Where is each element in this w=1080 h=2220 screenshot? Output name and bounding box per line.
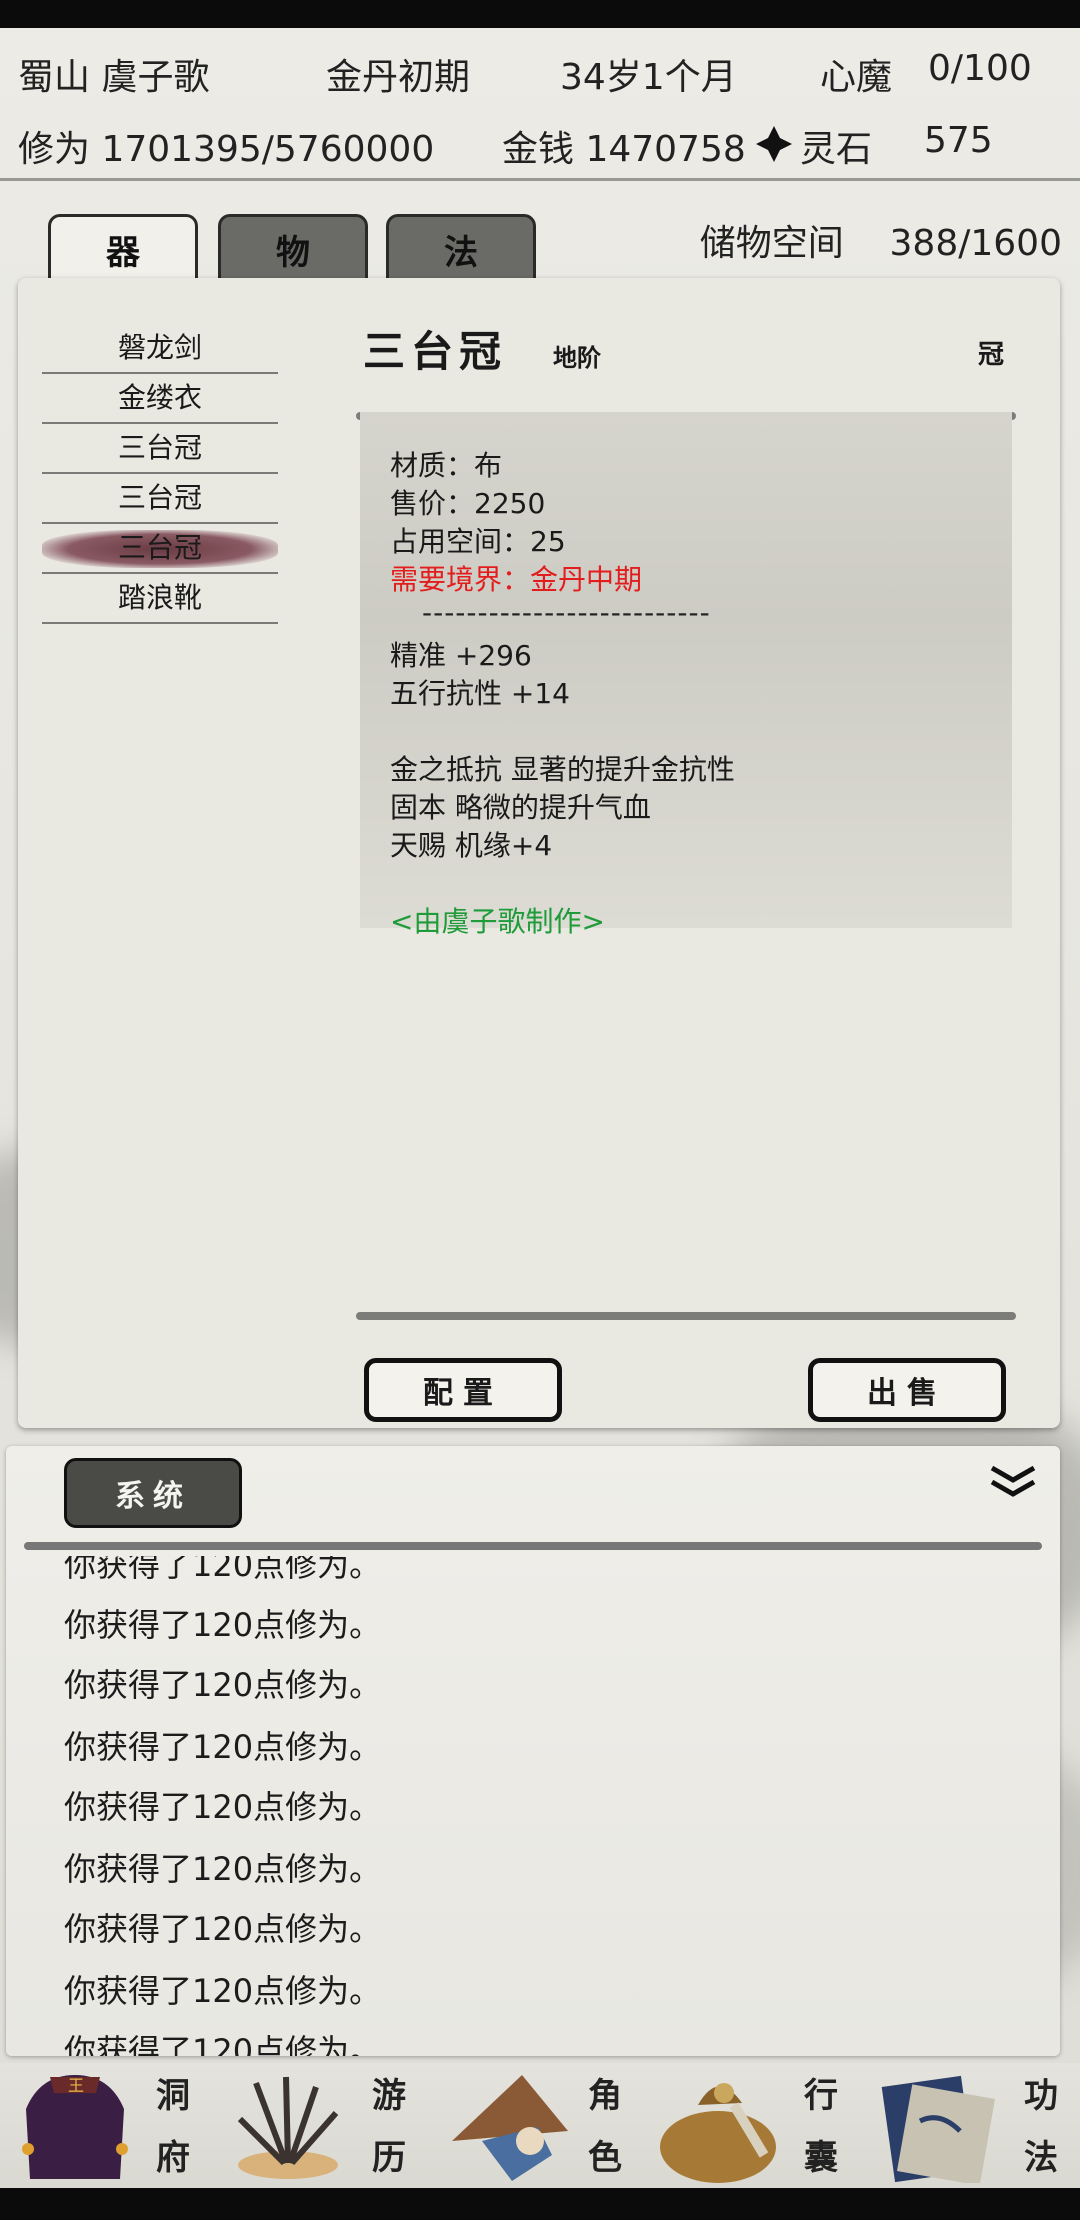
log-message: 你获得了120点修为。 — [64, 1556, 382, 1584]
item-list-entry[interactable]: 三台冠 — [42, 424, 278, 474]
nav-label-bottom: 历 — [372, 2138, 406, 2178]
item-panel: 磐龙剑 金缕衣 三台冠 三台冠 三台冠 踏浪靴 三台冠 地阶 冠 材质：布 售价… — [18, 278, 1060, 1428]
tab-items[interactable]: 物 — [218, 214, 368, 282]
travel-grass-icon — [237, 2076, 339, 2179]
item-material: 材质：布 — [390, 449, 503, 482]
nav-cave-dwelling[interactable]: 王 洞 府 — [0, 2063, 216, 2188]
item-grade: 地阶 — [553, 344, 601, 372]
age-text: 34岁1个月 — [560, 57, 737, 98]
heart-demon-value: 0/100 — [928, 48, 1032, 89]
realm-text: 金丹初期 — [326, 57, 471, 98]
sect-name: 蜀山 虞子歌 — [18, 57, 210, 98]
tab-techniques[interactable]: 法 — [386, 214, 536, 282]
item-divider: -------------------------- — [422, 596, 711, 629]
item-stat: 精准 +296 — [390, 639, 532, 672]
nav-label-top: 洞 — [156, 2076, 190, 2116]
log-message: 你获得了120点修为。 — [64, 1850, 382, 1888]
scroll-book-icon — [881, 2075, 996, 2183]
item-name: 磐龙剑 — [117, 331, 202, 364]
nav-label-bottom: 囊 — [804, 2138, 838, 2178]
log-message: 你获得了120点修为。 — [64, 1910, 382, 1948]
bag-icon — [660, 2083, 776, 2183]
item-price: 售价：2250 — [390, 487, 546, 520]
svg-text:王: 王 — [68, 2076, 84, 2095]
item-effect: 固本 略微的提升气血 — [390, 791, 651, 824]
nav-label-top: 游 — [372, 2076, 406, 2116]
spirit-stone-label: 灵石 — [800, 129, 873, 170]
sell-button[interactable]: 出售 — [808, 1358, 1006, 1422]
item-name: 金缕衣 — [117, 381, 202, 414]
character-hat-icon — [452, 2075, 568, 2181]
log-message: 你获得了120点修为。 — [64, 1788, 382, 1826]
nav-label-bottom: 色 — [588, 2138, 622, 2178]
log-message-list[interactable]: 你获得了120点修为。 你获得了120点修为。 你获得了120点修为。 你获得了… — [64, 1556, 964, 2056]
item-list-entry[interactable]: 磐龙剑 — [42, 324, 278, 374]
tab-equipment[interactable]: 器 — [48, 214, 198, 282]
log-message: 你获得了120点修为。 — [64, 2032, 382, 2056]
item-space: 占用空间：25 — [390, 525, 566, 558]
cave-dwelling-icon: 王 — [22, 2075, 128, 2179]
game-screen: 蜀山 虞子歌 金丹初期 34岁1个月 心魔 0/100 修为 1701395/5… — [0, 28, 1080, 2188]
nav-bag[interactable]: 行 囊 — [648, 2063, 864, 2188]
spirit-stone-value: 575 — [924, 120, 993, 161]
equip-button[interactable]: 配置 — [364, 1358, 562, 1422]
nav-label-top: 角 — [588, 2076, 622, 2116]
tab-system-log[interactable]: 系统 — [64, 1458, 242, 1528]
log-message: 你获得了120点修为。 — [64, 1728, 382, 1766]
header-divider — [0, 178, 1080, 181]
log-message: 你获得了120点修为。 — [64, 1666, 382, 1704]
storage-label: 储物空间 — [699, 223, 844, 264]
item-stat: 五行抗性 +14 — [390, 677, 570, 710]
item-slot: 冠 — [977, 340, 1004, 370]
nav-label-bottom: 府 — [156, 2138, 190, 2178]
item-list-entry[interactable]: 三台冠 — [42, 474, 278, 524]
status-header: 蜀山 虞子歌 金丹初期 34岁1个月 心魔 0/100 修为 1701395/5… — [0, 28, 1080, 181]
log-message: 你获得了120点修为。 — [64, 1606, 382, 1644]
item-title: 三台冠 — [363, 327, 508, 376]
item-list-entry[interactable]: 踏浪靴 — [42, 574, 278, 624]
heart-demon-label: 心魔 — [820, 57, 893, 98]
item-maker: <由虞子歌制作> — [390, 905, 605, 938]
log-divider — [24, 1542, 1042, 1550]
log-panel: 系统 你获得了120点修为。 你获得了120点修为。 你获得了120点修为。 你… — [6, 1446, 1060, 2056]
item-effect: 天赐 机缘+4 — [390, 829, 553, 862]
money-text: 金钱 1470758 — [502, 129, 746, 170]
collapse-chevron-icon[interactable] — [988, 1462, 1038, 1502]
item-list-entry-selected[interactable]: 三台冠 — [42, 524, 278, 574]
detail-bottom-bar — [356, 1312, 1016, 1320]
item-name: 三台冠 — [117, 531, 202, 564]
item-requirement: 需要境界：金丹中期 — [390, 563, 643, 596]
item-effect: 金之抵抗 显著的提升金抗性 — [390, 753, 735, 786]
nav-label-top: 行 — [804, 2076, 838, 2116]
bottom-nav: 王 洞 府 游 历 角 色 行 囊 功 法 — [0, 2063, 1080, 2188]
nav-label-top: 功 — [1024, 2076, 1058, 2116]
item-list-entry[interactable]: 金缕衣 — [42, 374, 278, 424]
nav-travel[interactable]: 游 历 — [216, 2063, 432, 2188]
storage-space: 储物空间 388/1600 — [700, 214, 1062, 266]
item-name: 三台冠 — [117, 431, 202, 464]
nav-techniques[interactable]: 功 法 — [864, 2063, 1080, 2188]
log-message: 你获得了120点修为。 — [64, 1972, 382, 2010]
cultivation-text: 修为 1701395/5760000 — [18, 129, 435, 170]
item-name: 踏浪靴 — [117, 581, 202, 614]
storage-value: 388/1600 — [889, 223, 1062, 264]
item-name: 三台冠 — [117, 481, 202, 514]
nav-character[interactable]: 角 色 — [432, 2063, 648, 2188]
nav-label-bottom: 法 — [1024, 2138, 1058, 2178]
spirit-stone-icon — [754, 124, 794, 173]
